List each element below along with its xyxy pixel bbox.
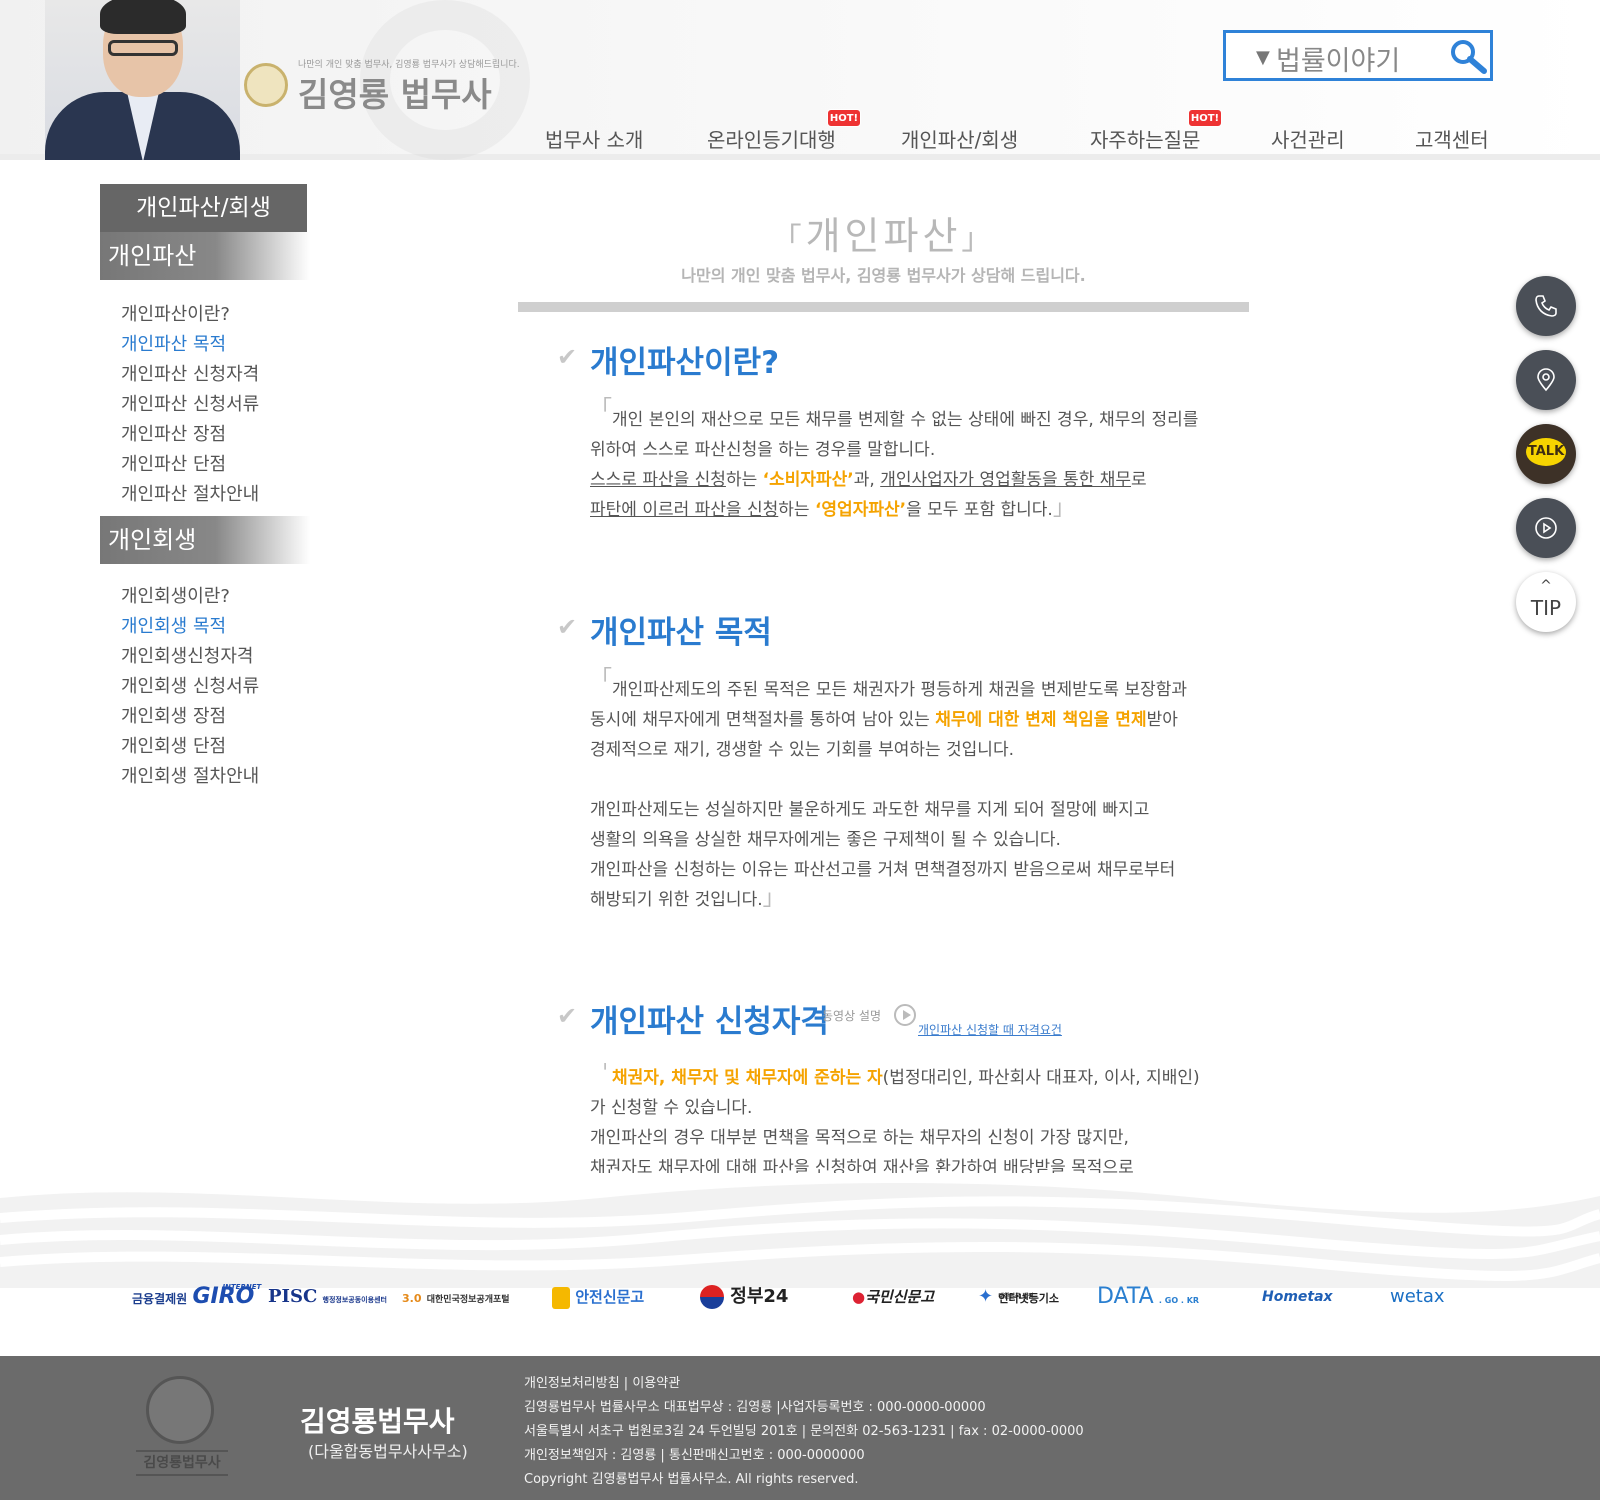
sidebar-item[interactable]: 개인회생신청자격 (121, 642, 253, 668)
brand-emblem-icon (244, 63, 288, 107)
check-icon: ✔ (557, 1002, 578, 1030)
sidebar-item[interactable]: 개인회생 신청서류 (121, 672, 259, 698)
sidebar-item[interactable]: 개인회생 절차안내 (121, 762, 259, 788)
sidebar-item[interactable]: 개인회생 장점 (121, 702, 226, 728)
nav-customer-center[interactable]: 고객센터 (1415, 124, 1489, 153)
sidebar-item-active[interactable]: 개인회생 목적 (121, 612, 226, 638)
banner-gov24[interactable]: 정부24 (700, 1282, 788, 1312)
nav-case-management[interactable]: 사건관리 (1271, 124, 1345, 153)
page-subtitle: 나만의 개인 맞춤 법무사, 김영룡 법무사가 상담해 드립니다. (681, 266, 1086, 285)
sidebar-title: 개인파산/회생 (100, 184, 307, 232)
sidebar-category-rehab[interactable]: 개인회생 (100, 516, 310, 564)
banner-hometax[interactable]: Hometax (1262, 1282, 1333, 1312)
play-circle-icon (1535, 517, 1557, 539)
banner-safety-report[interactable]: 안전신문고 (552, 1282, 644, 1312)
hot-badge: HOT! (1188, 109, 1222, 127)
footer-business-info: 김영룡법무사 법률사무소 대표법무상 : 김영룡 |사업자등록번호 : 000-… (524, 1400, 986, 1415)
search-icon[interactable] (1448, 38, 1488, 76)
footer-policy-links[interactable]: 개인정보처리방침 | 이용약관 (524, 1372, 680, 1391)
sidebar-item[interactable]: 개인파산이란? (121, 300, 230, 326)
section-text-purpose: 「개인파산제도의 주된 목적은 모든 채권자가 평등하게 채권을 변제받도록 보… (590, 667, 1188, 911)
nav-faq[interactable]: 자주하는질문 (1090, 124, 1200, 153)
map-button[interactable] (1516, 350, 1576, 410)
check-icon: ✔ (557, 343, 578, 371)
footer-seal-icon (146, 1376, 214, 1444)
tip-label: TIP (1530, 596, 1562, 620)
section-title-definition: 개인파산이란? (590, 345, 780, 381)
sidebar-item[interactable]: 개인회생 단점 (121, 732, 226, 758)
banner-giro[interactable]: 금융결제원 INTERNET GIRO (132, 1282, 261, 1312)
dropdown-arrow-icon[interactable]: ▼ (1256, 47, 1270, 68)
sidebar-item[interactable]: 개인파산 신청서류 (121, 390, 259, 416)
site-footer: 김영룡법무사 김영룡법무사 (다울합동법무사사무소) 개인정보처리방침 | 이용… (0, 1356, 1600, 1500)
banner-epeople[interactable]: ●국민신문고 (852, 1282, 934, 1312)
sidebar-category-bankruptcy[interactable]: 개인파산 (100, 232, 310, 280)
footer-seal-label: 김영룡법무사 (136, 1450, 228, 1476)
banner-pisc[interactable]: PISC 행정정보공동이용센터 (268, 1282, 387, 1312)
sidebar-item[interactable]: 개인회생이란? (121, 582, 230, 608)
phone-icon (1535, 295, 1557, 317)
kakao-talk-button[interactable]: TALK (1516, 424, 1576, 484)
kakao-talk-icon: TALK (1526, 438, 1566, 466)
caret-up-icon: ^ (1540, 578, 1552, 594)
nav-about[interactable]: 법무사 소개 (545, 124, 643, 153)
sidebar-item[interactable]: 개인파산 장점 (121, 420, 226, 446)
search-input[interactable]: 법률이야기 (1276, 39, 1400, 78)
section-text-definition: 「개인 본인의 재산으로 모든 채무를 변제할 수 없는 상태에 빠진 경우, … (590, 397, 1199, 521)
check-icon: ✔ (557, 613, 578, 641)
footer-privacy-officer: 개인정보책임자 : 김영룡 | 통신판매신고번호 : 000-0000000 (524, 1448, 865, 1463)
sidebar-item[interactable]: 개인파산 신청자격 (121, 360, 259, 386)
sidebar-item[interactable]: 개인파산 절차안내 (121, 480, 259, 506)
video-button[interactable] (1516, 498, 1576, 558)
search-box[interactable]: ▼ 법률이야기 (1223, 30, 1493, 81)
footer-copyright: Copyright 김영룡법무사 법률사무소. All rights reser… (524, 1472, 859, 1487)
heading-divider (518, 302, 1249, 312)
nav-online-registration[interactable]: 온라인등기대행 (707, 124, 836, 153)
section-title-purpose: 개인파산 목적 (590, 615, 772, 651)
banner-data-go[interactable]: DATA . GO . KR (1097, 1282, 1199, 1312)
play-icon[interactable] (894, 1004, 916, 1026)
banner-wetax[interactable]: wetax (1390, 1282, 1445, 1312)
phone-button[interactable] (1516, 276, 1576, 336)
tip-button[interactable]: ^ TIP (1516, 572, 1576, 632)
location-pin-icon (1537, 368, 1555, 392)
video-label: 동영상 설명 (822, 1009, 882, 1023)
footer-company-name: 김영룡법무사 (300, 1405, 455, 1438)
footer-company-sub: (다울합동법무사사무소) (308, 1442, 468, 1461)
banner-internet-registry[interactable]: ✦ 대한민국 법원 인터넷등기소 (978, 1282, 1059, 1312)
page-title: 「개인파산」 (771, 214, 996, 258)
video-link[interactable]: 개인파산 신청할 때 자격요건 (918, 1021, 1062, 1038)
nav-bankruptcy[interactable]: 개인파산/회생 (901, 124, 1018, 153)
sidebar-item[interactable]: 개인파산 단점 (121, 450, 226, 476)
banner-open-gov[interactable]: 3.0 대한민국정보공개포털 (402, 1282, 510, 1312)
page-heading: 「개인파산」 나만의 개인 맞춤 법무사, 김영룡 법무사가 상담해 드립니다. (518, 205, 1249, 286)
hot-badge: HOT! (827, 109, 861, 127)
footer-address: 서울특별시 서초구 법원로3길 24 두언빌딩 201호 | 문의전화 02-5… (524, 1424, 1084, 1439)
brand-logo[interactable]: 김영룡 법무사 (298, 68, 492, 116)
sidebar-item-active[interactable]: 개인파산 목적 (121, 330, 226, 356)
section-text-eligibility: 「채권자, 채무자 및 채무자에 준하는 자(법정대리인, 파산회사 대표자, … (590, 1063, 1200, 1173)
section-title-eligibility: 개인파산 신청자격 (590, 1004, 829, 1040)
lawyer-portrait (45, 0, 240, 160)
